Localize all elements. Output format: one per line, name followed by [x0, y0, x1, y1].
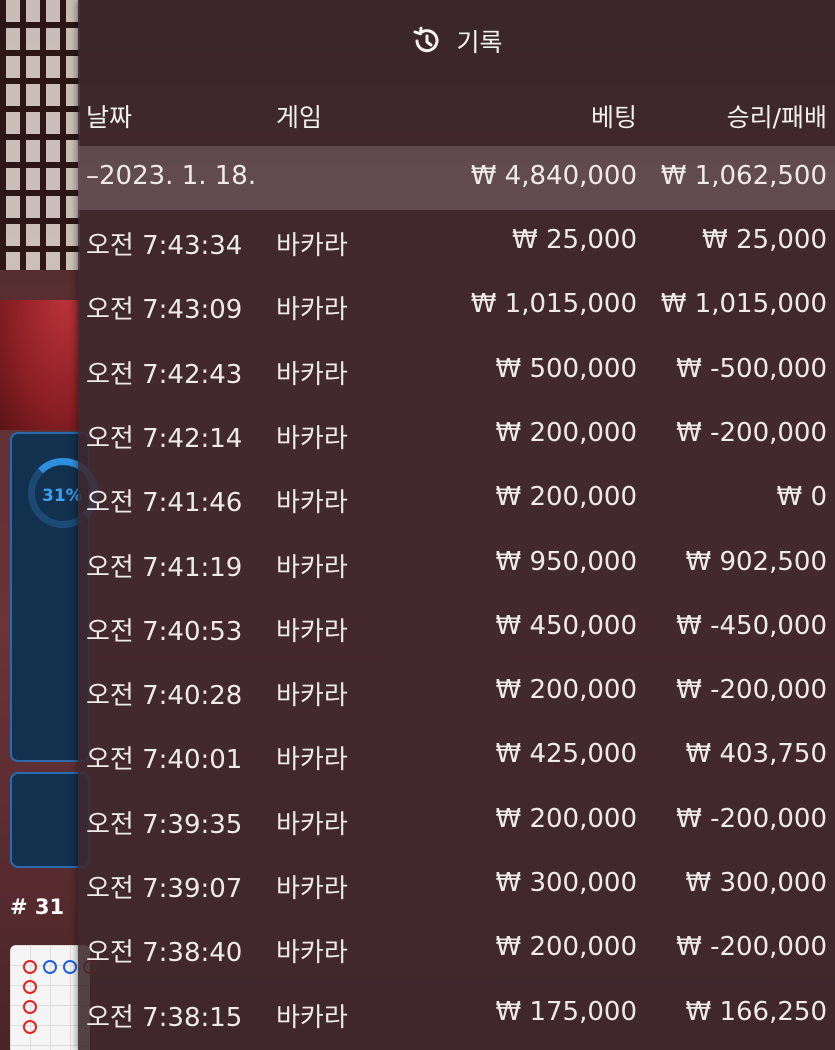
- row-bet: ₩ 300,000: [495, 868, 638, 898]
- row-game: 바카라: [276, 295, 348, 326]
- row-result: ₩ 902,500: [685, 546, 828, 577]
- row-bet: ₩ 425,000: [495, 739, 638, 770]
- row-time: 오전 7:42:14: [86, 423, 243, 454]
- row-game: 바카라: [276, 488, 348, 519]
- history-row[interactable]: 오전 7:42:43 바카라 ₩ 500,000 ₩ -500,000: [78, 339, 835, 403]
- row-time: 오전 7:41:19: [86, 552, 243, 583]
- summary-date: –2023. 1. 18.: [86, 161, 257, 191]
- row-game: 바카라: [276, 809, 348, 840]
- column-result: 승리/패배: [726, 103, 827, 132]
- row-result: ₩ 0: [776, 482, 827, 513]
- row-time: 오전 7:38:40: [86, 938, 243, 969]
- row-game: 바카라: [276, 552, 348, 583]
- history-row[interactable]: 오전 7:43:09 바카라 ₩ 1,015,000 ₩ 1,015,000: [78, 274, 835, 338]
- progress-percent: 31%: [42, 486, 83, 506]
- history-row[interactable]: 오전 7:39:35 바카라 ₩ 200,000 ₩ -200,000: [78, 789, 835, 853]
- history-row[interactable]: 오전 7:39:07 바카라 ₩ 300,000 ₩ 300,000: [78, 853, 835, 917]
- row-game: 바카라: [276, 938, 348, 969]
- row-result: ₩ 403,750: [685, 739, 828, 770]
- row-bet: ₩ 175,000: [495, 996, 638, 1027]
- row-game: 바카라: [276, 681, 348, 712]
- history-row[interactable]: 오전 7:40:53 바카라 ₩ 450,000 ₩ -450,000: [78, 596, 835, 660]
- row-time: 오전 7:43:34: [86, 231, 243, 261]
- summary-result: ₩ 1,062,500: [660, 161, 827, 191]
- row-time: 오전 7:38:15: [86, 1002, 243, 1033]
- row-time: 오전 7:40:28: [86, 681, 243, 712]
- row-bet: ₩ 25,000: [512, 225, 637, 255]
- history-header: 기록: [78, 0, 835, 82]
- row-time: 오전 7:40:01: [86, 745, 243, 776]
- row-bet: ₩ 200,000: [495, 675, 638, 706]
- history-row[interactable]: 오전 7:42:14 바카라 ₩ 200,000 ₩ -200,000: [78, 403, 835, 467]
- row-time: 오전 7:41:46: [86, 488, 243, 519]
- row-game: 바카라: [276, 1002, 348, 1033]
- row-time: 오전 7:42:43: [86, 359, 243, 390]
- history-panel: 기록 날짜 게임 베팅 승리/패배 –2023. 1. 18. ₩ 4,840,…: [78, 0, 835, 1050]
- row-result: ₩ 166,250: [685, 996, 828, 1027]
- row-time: 오전 7:40:53: [86, 616, 243, 647]
- row-time: 오전 7:39:07: [86, 874, 243, 904]
- background-table: [0, 300, 80, 430]
- history-title: 기록: [456, 28, 503, 57]
- row-bet: ₩ 500,000: [495, 353, 638, 384]
- summary-bet: ₩ 4,840,000: [470, 161, 637, 191]
- row-bet: ₩ 1,015,000: [470, 289, 637, 320]
- history-row[interactable]: 오전 7:41:19 바카라 ₩ 950,000 ₩ 902,500: [78, 532, 835, 596]
- row-bet: ₩ 450,000: [495, 610, 638, 641]
- row-bet: ₩ 950,000: [495, 546, 638, 577]
- row-result: ₩ -200,000: [676, 675, 827, 706]
- column-bet: 베팅: [590, 103, 637, 132]
- row-game: 바카라: [276, 231, 348, 261]
- row-game: 바카라: [276, 359, 348, 390]
- column-game: 게임: [276, 103, 323, 132]
- column-date: 날짜: [86, 103, 133, 132]
- date-summary-row[interactable]: –2023. 1. 18. ₩ 4,840,000 ₩ 1,062,500: [78, 146, 835, 210]
- history-row[interactable]: 오전 7:38:40 바카라 ₩ 200,000 ₩ -200,000: [78, 917, 835, 981]
- row-result: ₩ 25,000: [702, 225, 827, 255]
- row-game: 바카라: [276, 874, 348, 904]
- row-result: ₩ -500,000: [676, 353, 827, 384]
- round-number: # 31: [10, 895, 65, 919]
- row-result: ₩ -200,000: [676, 932, 827, 963]
- history-row[interactable]: 오전 7:40:28 바카라 ₩ 200,000 ₩ -200,000: [78, 660, 835, 724]
- row-bet: ₩ 200,000: [495, 482, 638, 513]
- row-time: 오전 7:43:09: [86, 295, 243, 326]
- row-bet: ₩ 200,000: [495, 932, 638, 963]
- row-bet: ₩ 200,000: [495, 803, 638, 834]
- row-game: 바카라: [276, 745, 348, 776]
- table-header: 날짜 게임 베팅 승리/패배: [78, 82, 835, 146]
- row-result: ₩ 300,000: [685, 868, 828, 898]
- row-result: ₩ -200,000: [676, 417, 827, 448]
- row-game: 바카라: [276, 423, 348, 454]
- row-result: ₩ -450,000: [676, 610, 827, 641]
- row-game: 바카라: [276, 616, 348, 647]
- history-row[interactable]: 오전 7:43:34 바카라 ₩ 25,000 ₩ 25,000: [78, 210, 835, 274]
- row-result: ₩ -200,000: [676, 803, 827, 834]
- history-row[interactable]: 오전 7:38:15 바카라 ₩ 175,000 ₩ 166,250: [78, 982, 835, 1046]
- history-row[interactable]: 오전 7:41:46 바카라 ₩ 200,000 ₩ 0: [78, 467, 835, 531]
- row-result: ₩ 1,015,000: [660, 289, 827, 320]
- row-bet: ₩ 200,000: [495, 417, 638, 448]
- row-time: 오전 7:39:35: [86, 809, 243, 840]
- history-row[interactable]: 오전 7:40:01 바카라 ₩ 425,000 ₩ 403,750: [78, 724, 835, 788]
- history-icon: [410, 25, 442, 57]
- background-lattice-window: [0, 0, 80, 270]
